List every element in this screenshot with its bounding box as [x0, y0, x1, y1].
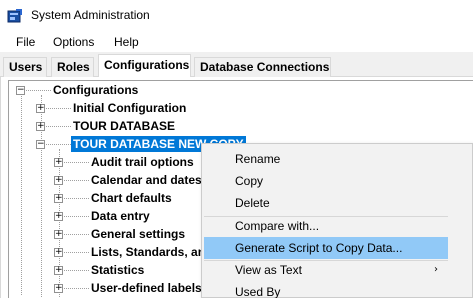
tree-node-calendar-and-dates[interactable]: Calendar and dates — [91, 172, 202, 188]
collapse-icon[interactable]: − — [36, 140, 45, 149]
expand-icon[interactable]: + — [36, 104, 45, 113]
tab-configurations[interactable]: Configurations — [98, 54, 191, 78]
tree-line — [59, 216, 89, 217]
menu-help[interactable]: Help — [114, 35, 139, 49]
menu-item-view-as-text[interactable]: View as Text › — [204, 259, 448, 281]
expand-icon[interactable]: + — [54, 230, 63, 239]
menu-item-delete[interactable]: Delete — [204, 192, 448, 214]
menu-item-rename[interactable]: Rename — [204, 148, 448, 170]
tree-line — [41, 126, 71, 127]
menu-item-view-as-text-label: View as Text — [235, 263, 302, 277]
tree-node-initial-configuration[interactable]: Initial Configuration — [73, 100, 186, 116]
window-title: System Administration — [31, 8, 150, 22]
collapse-icon[interactable]: − — [16, 86, 25, 95]
title-bar: System Administration — [0, 0, 473, 31]
tree-line — [59, 288, 89, 289]
expand-icon[interactable]: + — [54, 176, 63, 185]
tree-line — [59, 234, 89, 235]
menu-item-copy[interactable]: Copy — [204, 170, 448, 192]
tab-users[interactable]: Users — [3, 57, 47, 77]
menu-item-used-by[interactable]: Used By — [204, 281, 448, 298]
chevron-right-icon: › — [434, 264, 438, 275]
expand-icon[interactable]: + — [54, 158, 63, 167]
expand-icon[interactable]: + — [54, 266, 63, 275]
tree-line — [59, 180, 89, 181]
tree-line — [41, 144, 71, 145]
menu-bar: File Options Help — [0, 31, 473, 53]
expand-icon[interactable]: + — [54, 284, 63, 293]
tree-node-data-entry[interactable]: Data entry — [91, 208, 150, 224]
expand-icon[interactable]: + — [54, 212, 63, 221]
expand-icon[interactable]: + — [54, 248, 63, 257]
menu-file[interactable]: File — [16, 35, 35, 49]
menu-item-generate-script[interactable]: Generate Script to Copy Data... — [204, 237, 448, 259]
menu-options[interactable]: Options — [53, 35, 94, 49]
tree-line — [59, 198, 89, 199]
expand-icon[interactable]: + — [54, 194, 63, 203]
tree-node-user-defined-labels[interactable]: User-defined labels — [91, 280, 202, 296]
tree-line — [59, 270, 89, 271]
tree-line — [21, 89, 22, 295]
tab-strip: Users Roles Configurations Database Conn… — [0, 53, 473, 78]
tree-line — [59, 149, 60, 298]
tree-line — [59, 252, 89, 253]
tab-roles[interactable]: Roles — [51, 57, 94, 77]
tree-line — [59, 162, 89, 163]
tree-node-tour-database[interactable]: TOUR DATABASE — [73, 118, 175, 134]
tab-database-connections[interactable]: Database Connections — [194, 57, 331, 77]
tree-node-chart-defaults[interactable]: Chart defaults — [91, 190, 172, 206]
menu-item-compare-with[interactable]: Compare with... — [204, 215, 448, 237]
expand-icon[interactable]: + — [36, 122, 45, 131]
tree-node-general-settings[interactable]: General settings — [91, 226, 185, 242]
context-menu: Rename Copy Delete Compare with... Gener… — [201, 143, 473, 298]
tree-line — [21, 90, 51, 91]
tree-line — [41, 108, 71, 109]
tree-node-statistics[interactable]: Statistics — [91, 262, 144, 278]
tree-node-lists-standards[interactable]: Lists, Standards, an — [91, 244, 205, 260]
tree-root-configurations[interactable]: Configurations — [53, 82, 138, 98]
app-window-icon — [7, 9, 22, 23]
tree-node-audit-trail-options[interactable]: Audit trail options — [91, 154, 194, 170]
